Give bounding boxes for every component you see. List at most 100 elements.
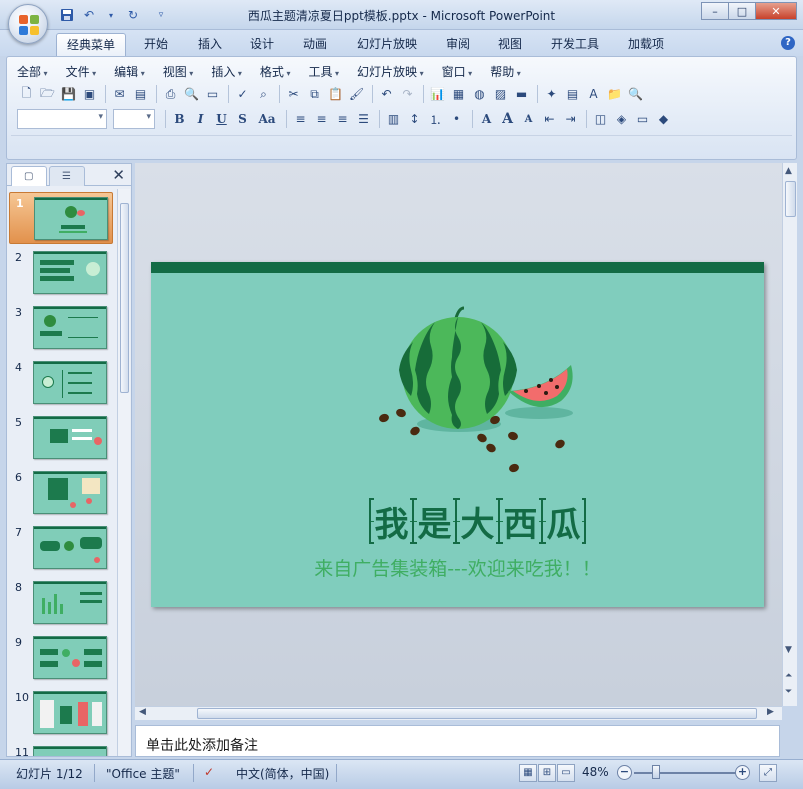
zoom-out-icon[interactable]: −: [617, 765, 632, 780]
paste-icon[interactable]: 📋: [326, 85, 345, 104]
next-slide-icon[interactable]: ⏷: [785, 687, 792, 697]
scrollbar-thumb[interactable]: [197, 708, 757, 719]
format-painter-icon[interactable]: 🖌: [347, 85, 366, 104]
tab-slideshow[interactable]: 幻灯片放映: [347, 33, 427, 56]
tab-insert[interactable]: 插入: [188, 33, 232, 56]
menu-slideshow[interactable]: 幻灯片放映: [357, 63, 424, 80]
grow-font-button[interactable]: A: [498, 110, 517, 129]
slide-thumbnail[interactable]: 2: [9, 247, 113, 299]
arrange-icon[interactable]: ◫: [591, 110, 610, 129]
slide-sorter-icon[interactable]: ⊞: [538, 764, 556, 782]
menu-file[interactable]: 文件: [66, 63, 97, 80]
language-indicator[interactable]: 中文(简体，中国): [236, 765, 329, 782]
outline-tab[interactable]: ☰: [49, 166, 85, 186]
layout-icon[interactable]: ▤: [563, 85, 582, 104]
quick-styles-icon[interactable]: ▭: [633, 110, 652, 129]
slide-vertical-scrollbar[interactable]: ▲ ▼ ⏶ ⏷: [782, 163, 797, 706]
shapes-icon[interactable]: ◈: [612, 110, 631, 129]
publish-icon[interactable]: ▤: [131, 85, 150, 104]
shape-fill-icon[interactable]: ◆: [654, 110, 673, 129]
normal-view-icon[interactable]: ▦: [519, 764, 537, 782]
font-name-select[interactable]: [17, 109, 107, 129]
slide-thumbnail[interactable]: 8: [9, 577, 113, 629]
slide-thumbnail[interactable]: 7: [9, 522, 113, 574]
scroll-down-icon[interactable]: ▼: [785, 645, 792, 655]
chart-icon[interactable]: 📊: [428, 85, 447, 104]
decrease-indent-icon[interactable]: ⇤: [540, 110, 559, 129]
slides-tab[interactable]: ▢: [11, 166, 47, 186]
scrollbar-thumb[interactable]: [120, 203, 129, 393]
slide-thumbnail[interactable]: 9: [9, 632, 113, 684]
tab-developer[interactable]: 开发工具: [541, 33, 609, 56]
slide-thumbnail[interactable]: 10: [9, 687, 113, 739]
slide-thumbnail[interactable]: 4: [9, 357, 113, 409]
slide-subtitle[interactable]: 来自广告集装箱---欢迎来吃我！！: [151, 554, 764, 581]
office-button[interactable]: [8, 4, 48, 44]
permission-icon[interactable]: ▣: [80, 85, 99, 104]
fit-to-window-icon[interactable]: ⤢: [759, 764, 777, 782]
cut-icon[interactable]: ✂: [284, 85, 303, 104]
open-folder-icon[interactable]: 🗁: [38, 85, 57, 104]
slideshow-view-icon[interactable]: ▭: [557, 764, 575, 782]
tab-animation[interactable]: 动画: [293, 33, 337, 56]
close-panel-icon[interactable]: ✕: [112, 166, 125, 184]
slide-thumbnail[interactable]: 3: [9, 302, 113, 354]
notes-pane[interactable]: 单击此处添加备注: [135, 725, 780, 757]
current-slide[interactable]: 我 是 大 西 瓜 来自广告集装箱---欢迎来吃我！！: [151, 262, 764, 607]
slide-view-icon[interactable]: ▭: [203, 85, 222, 104]
bullets-icon[interactable]: •: [447, 110, 466, 129]
numbering-icon[interactable]: ⒈: [426, 110, 445, 129]
menu-insert[interactable]: 插入: [211, 63, 242, 80]
thumbnail-scrollbar[interactable]: [117, 189, 130, 756]
fill-color-icon[interactable]: ▬: [512, 85, 531, 104]
close-button[interactable]: ✕: [755, 2, 797, 20]
align-center-icon[interactable]: ≡: [312, 110, 331, 129]
shrink-font-button[interactable]: A: [519, 110, 538, 129]
research-icon[interactable]: ⌕: [254, 85, 273, 104]
print-preview-icon[interactable]: 🔍: [182, 85, 201, 104]
columns-icon[interactable]: ▥: [384, 110, 403, 129]
menu-tools[interactable]: 工具: [308, 63, 339, 80]
slide-thumbnail[interactable]: 1: [9, 192, 113, 244]
spelling-icon[interactable]: ✓: [233, 85, 252, 104]
save-icon[interactable]: 💾: [59, 85, 78, 104]
redo-icon[interactable]: ↷: [398, 85, 417, 104]
open-folder-icon[interactable]: 📁: [605, 85, 624, 104]
menu-view[interactable]: 视图: [163, 63, 194, 80]
slide-thumbnail[interactable]: 6: [9, 467, 113, 519]
new-slide-icon[interactable]: ✦: [542, 85, 561, 104]
new-document-icon[interactable]: 🗋: [17, 85, 36, 104]
zoom-slider[interactable]: [634, 772, 736, 774]
zoom-slider-handle[interactable]: [652, 765, 660, 779]
shadow-button[interactable]: S: [233, 110, 252, 129]
slide-title[interactable]: 我 是 大 西 瓜: [369, 496, 586, 546]
slide-thumbnail[interactable]: 5: [9, 412, 113, 464]
scroll-right-icon[interactable]: ▶: [767, 707, 774, 717]
previous-slide-icon[interactable]: ⏶: [785, 671, 792, 681]
italic-button[interactable]: I: [191, 110, 210, 129]
theme-name[interactable]: "Office 主题": [106, 765, 180, 782]
increase-indent-icon[interactable]: ⇥: [561, 110, 580, 129]
font-color-button[interactable]: A: [477, 110, 496, 129]
slide-horizontal-scrollbar[interactable]: ◀ ▶: [135, 706, 782, 720]
scroll-up-icon[interactable]: ▲: [785, 166, 792, 176]
tab-review[interactable]: 审阅: [436, 33, 480, 56]
menu-help[interactable]: 帮助: [490, 63, 521, 80]
menu-window[interactable]: 窗口: [442, 63, 473, 80]
email-icon[interactable]: ✉: [110, 85, 129, 104]
justify-icon[interactable]: ☰: [354, 110, 373, 129]
scroll-left-icon[interactable]: ◀: [139, 707, 146, 717]
undo-icon[interactable]: ↶: [377, 85, 396, 104]
zoom-in-icon[interactable]: +: [735, 765, 750, 780]
align-right-icon[interactable]: ≡: [333, 110, 352, 129]
maximize-button[interactable]: □: [728, 2, 756, 20]
underline-button[interactable]: U: [212, 110, 231, 129]
zoom-level[interactable]: 48%: [582, 765, 609, 779]
tab-classic-menu[interactable]: 经典菜单: [56, 33, 127, 56]
change-case-button[interactable]: Aa: [254, 110, 280, 129]
print-icon[interactable]: ⎙: [161, 85, 180, 104]
scrollbar-thumb[interactable]: [785, 181, 796, 217]
font-size-select[interactable]: [113, 109, 155, 129]
menu-edit[interactable]: 编辑: [114, 63, 145, 80]
zoom-icon[interactable]: 🔍: [626, 85, 645, 104]
